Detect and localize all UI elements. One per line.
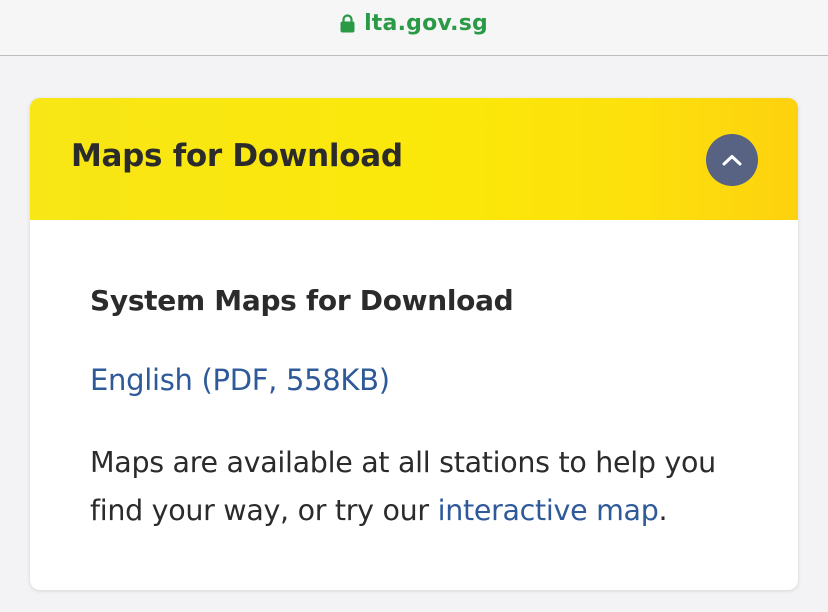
description-part2: . — [658, 494, 668, 527]
interactive-map-link[interactable]: interactive map — [438, 494, 659, 527]
accordion-card: Maps for Download System Maps for Downlo… — [30, 98, 798, 590]
accordion-title: Maps for Download — [71, 138, 403, 174]
url-text: lta.gov.sg — [364, 11, 488, 36]
description-text: Maps are available at all stations to he… — [90, 439, 770, 535]
section-title: System Maps for Download — [90, 284, 514, 317]
collapse-button[interactable] — [706, 134, 758, 186]
browser-url-bar[interactable]: lta.gov.sg — [0, 0, 828, 56]
lock-icon — [340, 14, 355, 33]
accordion-header[interactable]: Maps for Download — [30, 98, 798, 220]
chevron-up-icon — [722, 155, 742, 166]
accordion-body: System Maps for Download English (PDF, 5… — [30, 220, 798, 590]
url-display[interactable]: lta.gov.sg — [340, 11, 488, 36]
english-pdf-download-link[interactable]: English (PDF, 558KB) — [90, 363, 390, 397]
